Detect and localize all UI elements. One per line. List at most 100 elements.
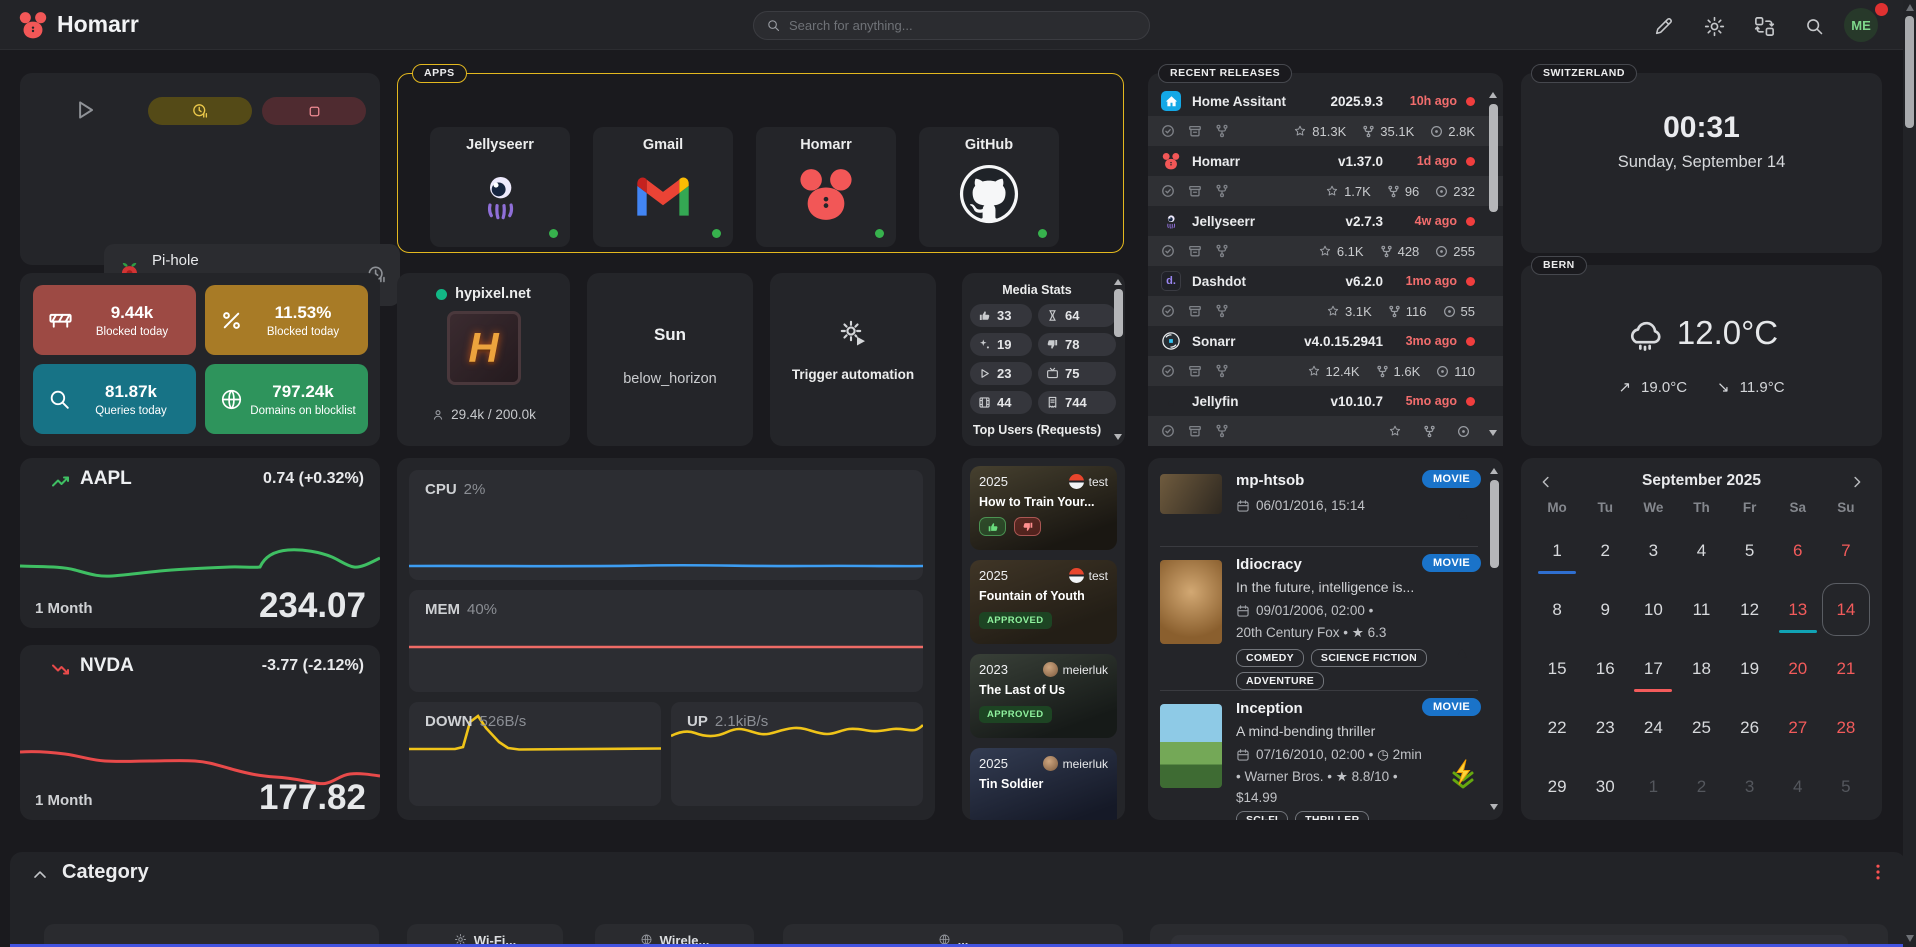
calendar-day[interactable]: 2 <box>1677 757 1725 816</box>
update-dot <box>1466 277 1475 286</box>
stock-widget-aapl[interactable]: AAPL 0.74 (+0.32%) 1 Month 234.07 <box>20 458 380 628</box>
releases-scrollbar-thumb[interactable] <box>1489 104 1498 212</box>
calendar-title[interactable]: September 2025 <box>1521 472 1882 490</box>
calendar-day[interactable]: 15 <box>1533 639 1581 698</box>
calendar-day[interactable]: 30 <box>1581 757 1629 816</box>
calendar-day[interactable]: 7 <box>1822 521 1870 580</box>
release-name: Homarr <box>1192 154 1338 169</box>
calendar-day[interactable]: 12 <box>1726 580 1774 639</box>
release-row[interactable]: d. Homarr v1.37.0 1d ago <box>1148 146 1503 176</box>
media-title[interactable]: Inception <box>1236 700 1303 717</box>
collapse-chevron-icon[interactable] <box>30 865 50 885</box>
stock-widget-nvda[interactable]: NVDA -3.77 (-2.12%) 1 Month 177.82 <box>20 645 380 820</box>
enable-all-button[interactable] <box>72 97 98 123</box>
calendar-day[interactable]: 2 <box>1581 521 1629 580</box>
release-name: Dashdot <box>1192 274 1345 289</box>
app-name: Homarr <box>756 137 896 153</box>
calendar-day[interactable]: 24 <box>1629 698 1677 757</box>
calendar-day[interactable]: 29 <box>1533 757 1581 816</box>
scrollbar-thumb[interactable] <box>1114 289 1123 337</box>
release-row[interactable]: d. Sonarr v4.0.15.2941 3mo ago <box>1148 326 1503 356</box>
media-scrollbar-thumb[interactable] <box>1490 480 1499 568</box>
calendar-day[interactable]: 23 <box>1581 698 1629 757</box>
request-card[interactable]: 2025 test How to Train Your... <box>970 466 1117 550</box>
calendar-day[interactable]: 14 <box>1822 580 1870 639</box>
calendar-day[interactable]: 16 <box>1581 639 1629 698</box>
jellyseerr-icon <box>468 163 532 227</box>
calendar-day[interactable]: 6 <box>1774 521 1822 580</box>
calendar-day[interactable]: 1 <box>1629 757 1677 816</box>
thumb-up-button[interactable] <box>979 517 1006 536</box>
calendar-day[interactable]: 27 <box>1774 698 1822 757</box>
calendar-day[interactable]: 25 <box>1677 698 1725 757</box>
calendar-day[interactable]: 9 <box>1581 580 1629 639</box>
scroll-up-arrow[interactable] <box>1490 468 1498 474</box>
calendar-day[interactable]: 18 <box>1677 639 1725 698</box>
calendar-day[interactable]: 3 <box>1726 757 1774 816</box>
calendar-day[interactable]: 28 <box>1822 698 1870 757</box>
calendar-day[interactable]: 3 <box>1629 521 1677 580</box>
edit-mode-button[interactable] <box>1650 12 1678 40</box>
global-search[interactable] <box>753 11 1150 40</box>
scroll-up-arrow[interactable] <box>1489 92 1497 98</box>
request-title: Tin Soldier <box>979 777 1108 791</box>
automation-widget[interactable]: Trigger automation <box>770 273 936 446</box>
calendar-day[interactable]: 1 <box>1533 521 1581 580</box>
release-row[interactable]: d. Jellyseerr v2.7.3 4w ago <box>1148 206 1503 236</box>
scroll-up-arrow[interactable] <box>1114 279 1122 285</box>
scroll-down-arrow[interactable] <box>1114 434 1122 440</box>
scroll-down-arrow[interactable] <box>1906 935 1914 942</box>
server-online-dot <box>436 289 447 300</box>
calendar-day[interactable]: 5 <box>1822 757 1870 816</box>
release-row[interactable]: d. Jellyfin v10.10.7 5mo ago <box>1148 386 1503 416</box>
scroll-down-arrow[interactable] <box>1490 804 1498 810</box>
avatar[interactable]: ME <box>1844 8 1878 42</box>
calendar-day[interactable]: 21 <box>1822 639 1870 698</box>
app-tile-jellyseerr[interactable]: Jellyseerr <box>430 127 570 247</box>
settings-button[interactable] <box>1700 12 1728 40</box>
low-temp: 11.9°C <box>1740 379 1785 396</box>
request-card[interactable]: 2023 meierluk The Last of Us APPROVED <box>970 654 1117 738</box>
minecraft-server-widget[interactable]: hypixel.net H 29.4k / 200.0k <box>397 273 570 446</box>
thumb-down-button[interactable] <box>1014 517 1041 536</box>
page-scrollbar[interactable] <box>1903 0 1916 947</box>
calendar-day[interactable]: 19 <box>1726 639 1774 698</box>
calendar-day[interactable]: 22 <box>1533 698 1581 757</box>
pause-timer-button[interactable] <box>148 97 252 125</box>
app-tile-github[interactable]: GitHub <box>919 127 1059 247</box>
calendar-day[interactable]: 13 <box>1774 580 1822 639</box>
calendar-day[interactable]: 11 <box>1677 580 1725 639</box>
stat-blocked-percent: 11.53%Blocked today <box>205 285 368 355</box>
release-row[interactable]: d. Dashdot v6.2.0 1mo ago <box>1148 266 1503 296</box>
calendar-day[interactable]: 5 <box>1726 521 1774 580</box>
search-input[interactable] <box>789 18 1137 33</box>
page-scrollbar-thumb[interactable] <box>1905 16 1914 128</box>
search-button[interactable] <box>1800 12 1828 40</box>
release-app-icon: d. <box>1161 151 1181 171</box>
scroll-up-arrow[interactable] <box>1906 4 1914 11</box>
calendar-day[interactable]: 4 <box>1774 757 1822 816</box>
app-tile-gmail[interactable]: Gmail <box>593 127 733 247</box>
calendar-day[interactable]: 26 <box>1726 698 1774 757</box>
media-title[interactable]: mp-htsob <box>1236 472 1304 489</box>
scroll-down-arrow[interactable] <box>1489 430 1497 436</box>
calendar-day[interactable]: 4 <box>1677 521 1725 580</box>
server-name: hypixel.net <box>455 286 531 302</box>
calendar-day[interactable]: 8 <box>1533 580 1581 639</box>
category-menu-icon[interactable] <box>1868 862 1888 882</box>
media-title[interactable]: Idiocracy <box>1236 556 1302 573</box>
request-card[interactable]: 2025 test Fountain of Youth APPROVED <box>970 560 1117 644</box>
media-poster <box>1160 704 1222 788</box>
calendar-next-button[interactable] <box>1848 473 1866 491</box>
sun-state: below_horizon <box>587 371 753 387</box>
stop-button[interactable] <box>262 97 366 125</box>
request-card[interactable]: 2025 meierluk Tin Soldier <box>970 748 1117 820</box>
calendar-day[interactable]: 17 <box>1629 639 1677 698</box>
release-row[interactable]: d. Home Assitant 2025.9.3 10h ago <box>1148 86 1503 116</box>
board-switch-button[interactable] <box>1750 12 1778 40</box>
calendar-day[interactable]: 20 <box>1774 639 1822 698</box>
calendar-day[interactable]: 10 <box>1629 580 1677 639</box>
update-dot <box>1466 157 1475 166</box>
app-tile-homarr[interactable]: Homarr <box>756 127 896 247</box>
issues-stat: 55 <box>1443 304 1475 319</box>
